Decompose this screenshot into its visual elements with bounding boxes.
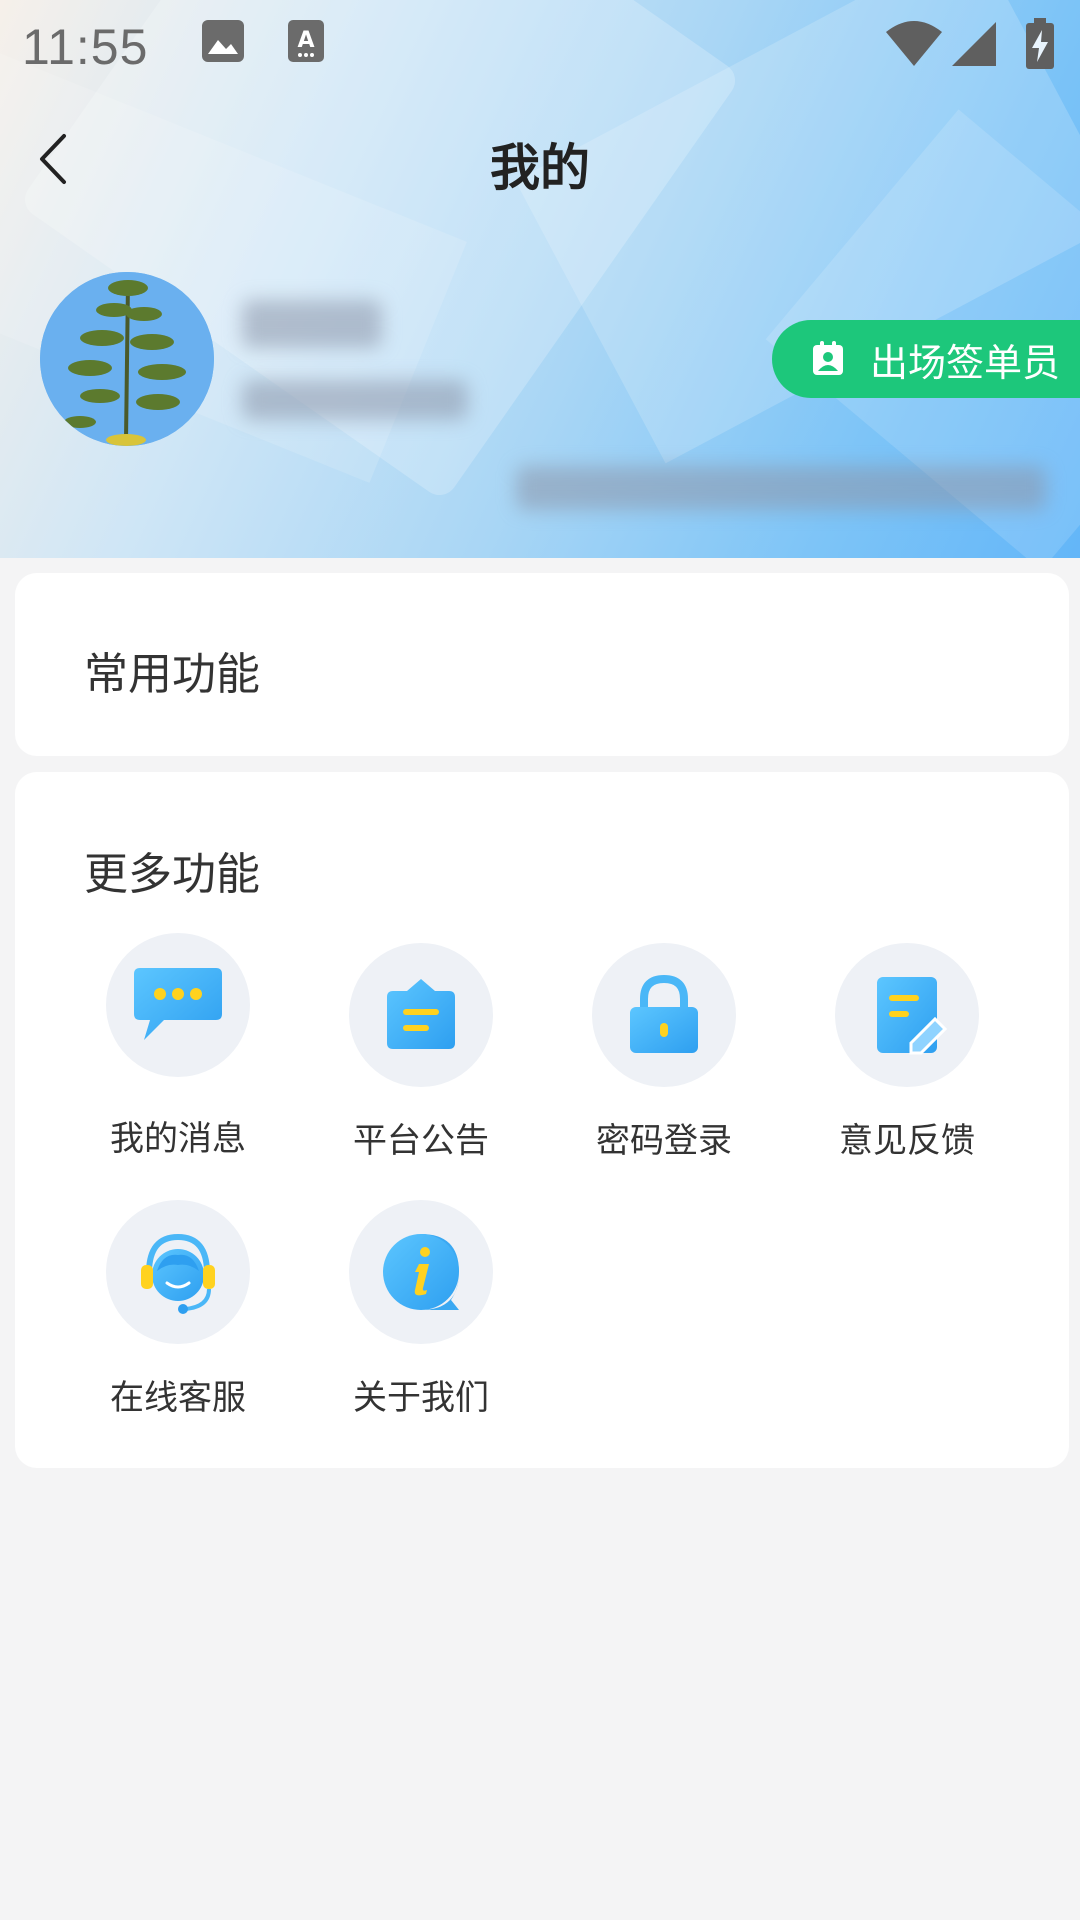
battery-charging-icon [1026, 18, 1054, 69]
func-label: 平台公告 [353, 1121, 489, 1161]
customer-service-icon [141, 1233, 215, 1314]
cell-signal-icon [952, 22, 996, 66]
role-label: 出场签单员 [870, 340, 1061, 385]
page-title: 我的 [490, 139, 590, 197]
avatar[interactable] [40, 272, 214, 446]
chat-bubble-icon [134, 968, 222, 1040]
func-label: 在线客服 [110, 1378, 246, 1418]
user-name-redacted [242, 300, 382, 348]
profile-header: 11:55 A 我的 出场签单员 [0, 0, 1080, 558]
status-time: 11:55 [22, 19, 149, 75]
announcement-icon [387, 979, 455, 1049]
common-functions-title: 常用功能 [84, 649, 260, 700]
svg-text:A: A [297, 28, 314, 53]
func-online-service[interactable]: 在线客服 [78, 1200, 278, 1419]
role-badge[interactable]: 出场签单员 [772, 320, 1080, 398]
lock-icon [630, 974, 698, 1053]
func-feedback[interactable]: 意见反馈 [807, 943, 1007, 1162]
info-icon [383, 1234, 459, 1310]
func-label: 我的消息 [110, 1119, 246, 1159]
func-label: 关于我们 [353, 1378, 489, 1418]
func-platform-announcement[interactable]: 平台公告 [321, 943, 521, 1162]
text-notification-icon: A [288, 20, 324, 62]
wifi-icon [886, 21, 942, 66]
status-bar: 11:55 A [0, 0, 1080, 90]
badge-icon [813, 341, 843, 375]
more-functions-title: 更多功能 [84, 849, 260, 900]
image-notification-icon [202, 20, 244, 62]
user-phone-redacted [242, 380, 468, 420]
func-password-login[interactable]: 密码登录 [564, 943, 764, 1162]
func-about-us[interactable]: 关于我们 [321, 1200, 521, 1419]
avatar-tree-image [40, 272, 214, 446]
func-my-messages[interactable]: 我的消息 [78, 933, 278, 1160]
company-name-redacted [516, 466, 1046, 510]
feedback-edit-icon [877, 977, 947, 1055]
func-label: 意见反馈 [839, 1121, 975, 1161]
func-label: 密码登录 [596, 1121, 732, 1161]
